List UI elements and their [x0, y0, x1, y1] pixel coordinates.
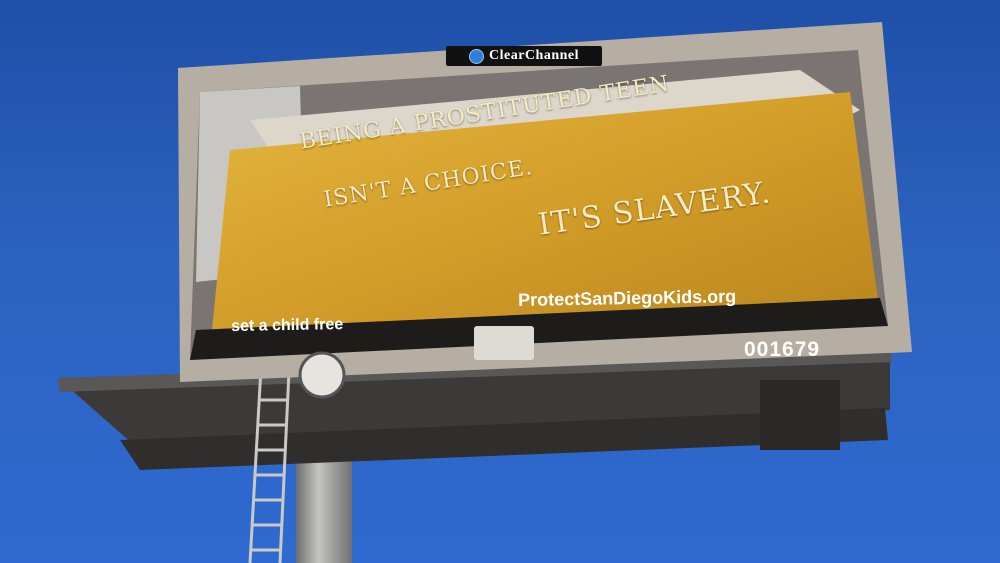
operator-brand-text: ClearChannel [489, 48, 579, 63]
clear-channel-logo-icon [469, 48, 484, 64]
lamp-housing [298, 351, 346, 399]
floodlight-icon [474, 326, 534, 360]
tagline: set a child free [231, 316, 344, 335]
website-url: ProtectSanDiegoKids.org [518, 286, 737, 310]
operator-brand-label: ClearChannel [446, 46, 602, 66]
billboard-scene [58, 22, 912, 563]
panel-number: 001679 [744, 338, 821, 361]
catwalk-bracket [760, 380, 840, 450]
